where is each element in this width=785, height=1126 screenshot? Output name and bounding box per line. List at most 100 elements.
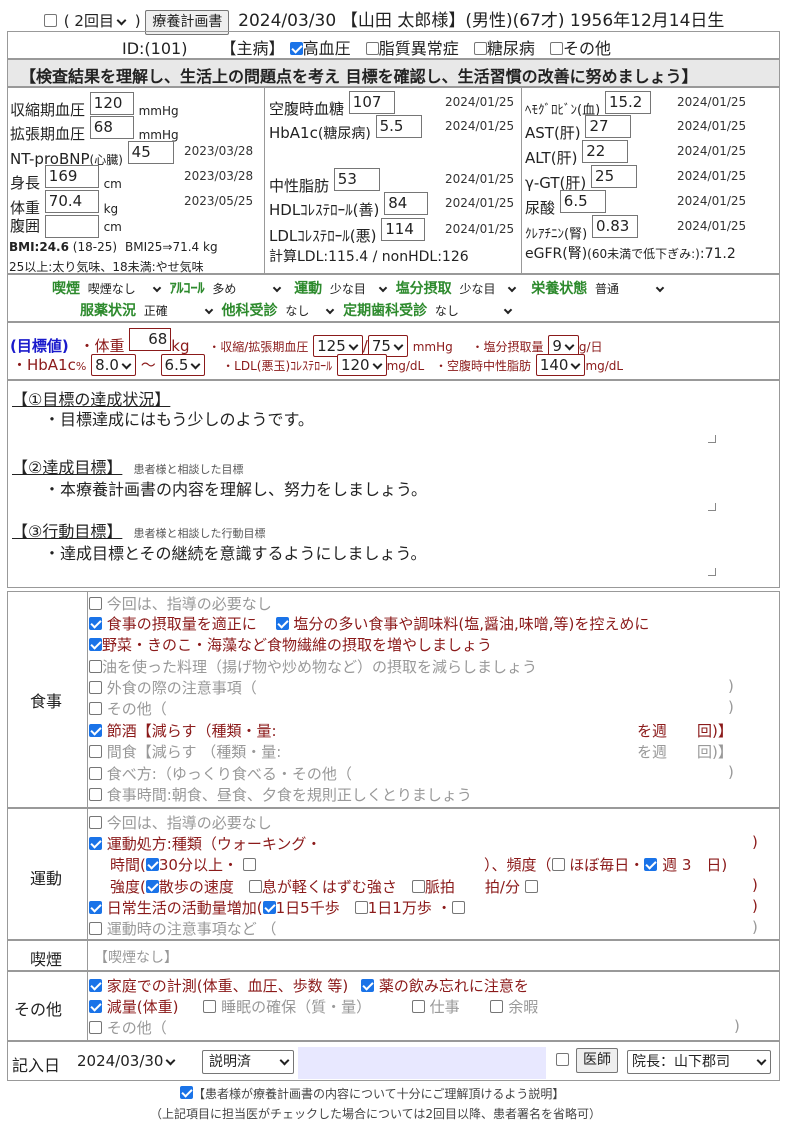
- bnp-input[interactable]: 45: [127, 141, 174, 164]
- status-select[interactable]: 説明済: [202, 1050, 294, 1074]
- disease-checkbox-hypertension[interactable]: [289, 42, 303, 55]
- hb-input[interactable]: 15.2: [604, 91, 651, 114]
- disease-checkbox-dyslipidemia[interactable]: [365, 42, 379, 55]
- others-checkbox[interactable]: [411, 1000, 425, 1013]
- diet-checkbox[interactable]: [89, 597, 102, 610]
- exercise-checkbox[interactable]: [262, 901, 276, 914]
- target-weight-unit: kg: [171, 337, 190, 355]
- sbp-input[interactable]: 120: [89, 92, 134, 115]
- exercise-checkbox[interactable]: [145, 880, 159, 893]
- banner-text: 【検査結果を理解し、生活上の問題点を考え 目標を確認し、生活習慣の改善に努めまし…: [20, 67, 698, 86]
- nutrition-select[interactable]: 普通: [592, 281, 669, 299]
- ggt-input[interactable]: 25: [591, 165, 638, 188]
- others-checkbox[interactable]: [89, 1021, 102, 1034]
- others-item-label: 仕事: [429, 998, 460, 1016]
- dental-select[interactable]: なし: [431, 303, 516, 321]
- exercise-checkbox[interactable]: [354, 901, 368, 914]
- visit-select[interactable]: ( 2回目: [61, 11, 130, 33]
- disease-checkbox-diabetes[interactable]: [473, 42, 487, 55]
- others-checkbox[interactable]: [490, 1000, 504, 1013]
- exercise-checkbox[interactable]: [89, 901, 102, 914]
- dbp-input[interactable]: 68: [89, 116, 134, 139]
- cre-label: ｸﾚｱﾁﾆﾝ(腎): [525, 227, 588, 242]
- exercise-checkbox[interactable]: [145, 858, 159, 871]
- other-dept-label: 他科受診: [221, 303, 278, 319]
- target-ldl-select[interactable]: 120: [336, 354, 387, 376]
- height-input[interactable]: 169: [44, 165, 99, 188]
- waist-input[interactable]: [44, 215, 99, 238]
- goal3-textarea[interactable]: ・達成目標とその継続を意識するようにしましょう。: [44, 540, 427, 564]
- target-hba1c-pct: %: [75, 360, 87, 373]
- hba1c-input[interactable]: 5.5: [375, 115, 422, 138]
- others-checkbox[interactable]: [361, 979, 375, 992]
- hb-date: 2024/01/25: [677, 95, 747, 109]
- salt-select[interactable]: 少な目: [456, 281, 521, 299]
- others-item-label: 家庭での計測(体重、血圧、歩数 等): [106, 977, 349, 995]
- diet-checkbox[interactable]: [89, 660, 102, 673]
- target-tg-select[interactable]: 140: [535, 354, 586, 376]
- smoke-select[interactable]: 喫煙なし: [84, 281, 165, 299]
- exercise-checkbox[interactable]: [89, 922, 102, 935]
- hdl-label: HDLｺﾚｽﾃﾛｰﾙ(善): [269, 201, 380, 219]
- resize-handle[interactable]: [708, 568, 716, 576]
- alt-input[interactable]: 22: [582, 140, 629, 163]
- resize-handle[interactable]: [708, 503, 716, 511]
- bmi-target: BMI25⇒71.4 kg: [125, 240, 218, 254]
- cre-input[interactable]: 0.83: [591, 215, 638, 238]
- diet-checkbox[interactable]: [89, 788, 102, 801]
- diet-item-label: 食事時間:朝食、昼食、夕食を規則正しくとりましょう: [106, 786, 472, 804]
- doctor-button[interactable]: 医師: [576, 1048, 618, 1073]
- exercise-checkbox[interactable]: [89, 837, 102, 850]
- goal1-textarea[interactable]: ・目標達成にはもう少しのようです。: [44, 406, 314, 430]
- ua-input[interactable]: 6.5: [559, 190, 606, 213]
- consent-checkbox[interactable]: [180, 1086, 193, 1099]
- goal2-textarea[interactable]: ・本療養計画書の内容を理解し、努力をしましょう。: [44, 476, 427, 500]
- header-checkbox[interactable]: [44, 14, 57, 27]
- diet-checkbox[interactable]: [275, 617, 289, 630]
- disease-label: 糖尿病: [486, 39, 535, 58]
- alcohol-select[interactable]: 多め: [209, 281, 286, 299]
- signature-field[interactable]: [298, 1047, 546, 1079]
- goal2-title: 【②達成目標】: [12, 458, 123, 477]
- exercise-checkbox[interactable]: [524, 880, 538, 893]
- target-hba1c-high-select[interactable]: 6.5: [160, 354, 206, 376]
- ggt-date: 2024/01/25: [677, 169, 747, 183]
- others-checkbox[interactable]: [89, 1000, 102, 1013]
- target-weight-input[interactable]: 68: [129, 328, 172, 351]
- tg-input[interactable]: 53: [333, 168, 380, 191]
- ast-input[interactable]: 27: [585, 115, 632, 138]
- exercise-time-label: 時間(: [110, 856, 146, 874]
- diet-checkbox[interactable]: [89, 745, 102, 758]
- ldl-input[interactable]: 114: [381, 218, 426, 241]
- disease-checkbox-other[interactable]: [549, 42, 563, 55]
- others-checkbox[interactable]: [89, 979, 102, 992]
- calc-ldl: 計算LDL:115.4 / nonHDL:126: [269, 249, 469, 265]
- exercise-checkbox[interactable]: [411, 880, 425, 893]
- fbs-input[interactable]: 107: [348, 91, 395, 114]
- smoke-label: 喫煙: [52, 281, 80, 297]
- diet-checkbox[interactable]: [89, 767, 102, 780]
- other-dept-select[interactable]: なし: [282, 303, 339, 321]
- exercise-checkbox[interactable]: [248, 880, 262, 893]
- others-checkbox[interactable]: [203, 1000, 217, 1013]
- exercise-checkbox[interactable]: [89, 816, 102, 829]
- exercise-select[interactable]: 少な目: [326, 281, 391, 299]
- diet-checkbox[interactable]: [89, 617, 102, 630]
- diet-item-label: 食事の摂取量を適正に: [106, 615, 257, 633]
- diet-checkbox[interactable]: [89, 681, 102, 694]
- exercise-checkbox[interactable]: [242, 858, 256, 871]
- resize-handle[interactable]: [708, 435, 716, 443]
- exercise-checkbox[interactable]: [644, 858, 658, 871]
- target-hba1c-low-select[interactable]: 8.0: [91, 354, 136, 376]
- doctor-select[interactable]: 院長：山下郡司: [627, 1050, 771, 1074]
- exercise-checkbox[interactable]: [551, 858, 565, 871]
- doctor-checkbox[interactable]: [556, 1053, 569, 1066]
- hdl-input[interactable]: 84: [384, 192, 429, 215]
- weight-input[interactable]: 70.4: [44, 190, 99, 213]
- diet-checkbox[interactable]: [89, 638, 102, 651]
- diet-checkbox[interactable]: [89, 724, 102, 737]
- exercise-checkbox[interactable]: [451, 901, 465, 914]
- entry-date-select[interactable]: 2024/03/30: [74, 1051, 180, 1073]
- diet-checkbox[interactable]: [89, 702, 102, 715]
- meds-select[interactable]: 正確: [140, 303, 217, 321]
